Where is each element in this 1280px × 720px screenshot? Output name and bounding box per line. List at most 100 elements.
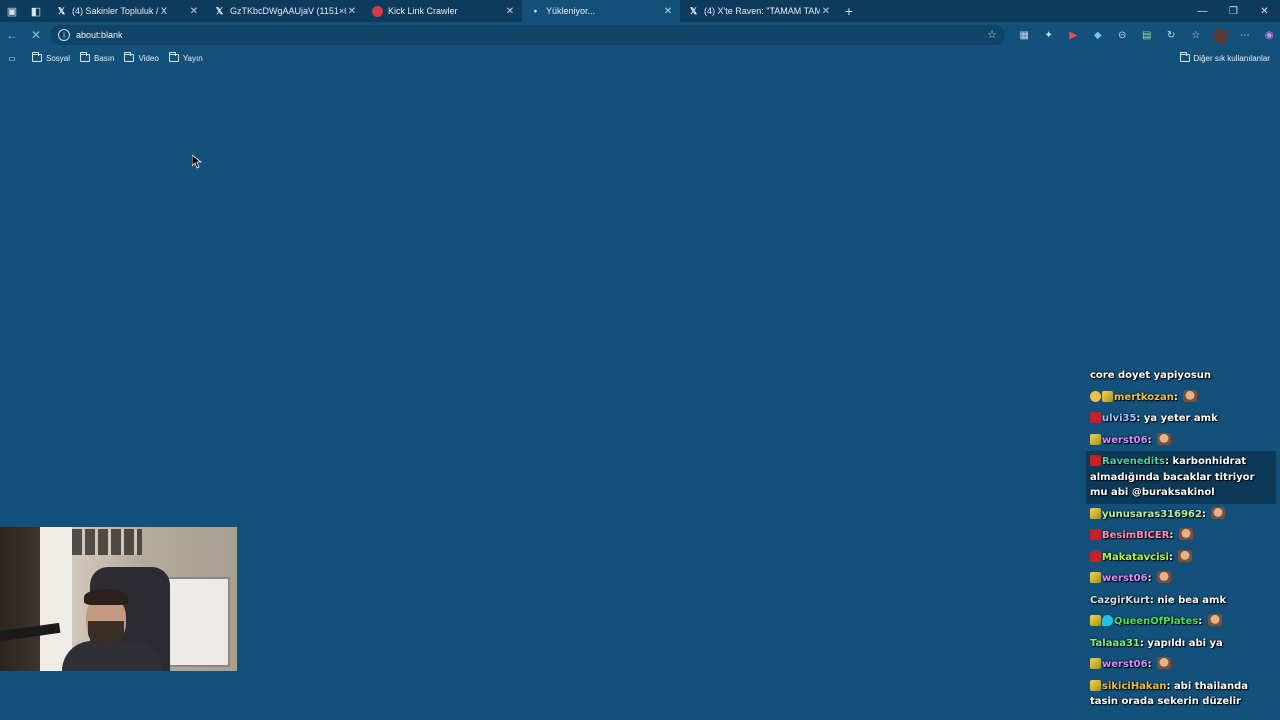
tab-title: (4) X'te Raven: "TAMAM TAMAM bbox=[704, 6, 820, 16]
gift-badge-icon bbox=[1090, 390, 1101, 402]
profile-avatar[interactable] bbox=[1208, 25, 1233, 45]
close-tab-icon[interactable]: ✕ bbox=[820, 6, 832, 17]
collections-icon[interactable]: ☆ bbox=[1184, 25, 1209, 45]
close-tab-icon[interactable]: ✕ bbox=[504, 6, 516, 17]
bookmark-label: Yayın bbox=[182, 53, 203, 63]
chat-message: BesimBICER: bbox=[1086, 525, 1276, 547]
chat-message: werst06: bbox=[1086, 430, 1276, 452]
workspaces-icon[interactable]: ▣ bbox=[0, 0, 24, 22]
chat-username[interactable]: werst06 bbox=[1102, 435, 1148, 446]
stop-loading-button[interactable]: ✕ bbox=[24, 23, 48, 47]
more-menu-icon[interactable]: ⋯ bbox=[1233, 25, 1258, 45]
close-tab-icon[interactable]: ✕ bbox=[188, 6, 200, 17]
chat-username[interactable]: Ravenedits bbox=[1102, 456, 1165, 467]
extension-clipboard-icon[interactable]: ▤ bbox=[1135, 25, 1160, 45]
chat-message: sikiciHakan: abi thailanda tasin orada s… bbox=[1090, 679, 1249, 707]
minimize-icon[interactable]: — bbox=[1187, 0, 1218, 22]
chat-message-partial: core doyet yapiyosun bbox=[1086, 368, 1276, 387]
chat-emote-icon bbox=[1178, 549, 1193, 562]
chat-username[interactable]: werst06 bbox=[1102, 659, 1148, 670]
sub-badge-icon bbox=[1102, 390, 1113, 402]
browser-tab[interactable]: • Yükleniyor... ✕ bbox=[522, 0, 680, 22]
bookmark-folder[interactable]: Basın bbox=[80, 52, 115, 63]
address-url[interactable]: about:blank bbox=[76, 30, 123, 40]
chat-message: Talaaa31: yapıldı abi ya bbox=[1090, 637, 1223, 649]
reading-list-icon[interactable]: ▭ bbox=[0, 54, 24, 63]
og-badge-icon bbox=[1102, 615, 1113, 626]
chat-username[interactable]: werst06 bbox=[1102, 573, 1148, 584]
chat-message-text: core doyet yapiyosun bbox=[1090, 370, 1212, 381]
bookmark-folder[interactable]: Yayın bbox=[168, 52, 203, 63]
chat-message: CazgirKurt: nie bea amk bbox=[1090, 594, 1227, 606]
chat-emote-icon bbox=[1157, 571, 1172, 583]
chat-message-text: ya yeter amk bbox=[1143, 413, 1218, 424]
chat-username[interactable]: ulvi35 bbox=[1102, 413, 1136, 424]
mouse-cursor-icon bbox=[192, 155, 202, 169]
folder-icon bbox=[1179, 52, 1190, 62]
extension-grid-icon[interactable]: ▦ bbox=[1012, 25, 1037, 45]
webcam-streamer bbox=[62, 587, 162, 671]
copilot-icon[interactable]: ◉ bbox=[1257, 25, 1280, 45]
browser-tab[interactable]: 𝕏 (4) Sakinler Topluluk / X ✕ bbox=[48, 0, 206, 22]
vip-badge-icon bbox=[1090, 529, 1101, 540]
stream-chat-overlay: core doyet yapiyosun mertkozan: ulvi35: … bbox=[1086, 368, 1276, 713]
loading-dot-icon: • bbox=[533, 6, 538, 16]
chat-username[interactable]: QueenOfPlates bbox=[1114, 616, 1198, 627]
tab-strip: ▣ ◧ 𝕏 (4) Sakinler Topluluk / X ✕ 𝕏 GzTKbcDW… bbox=[0, 0, 1280, 22]
extension-lock-icon[interactable]: ⊝ bbox=[1110, 25, 1135, 45]
browser-tab[interactable]: 𝕏 GzTKbcDWgAAUjaV (1151×689)✕ bbox=[206, 0, 364, 22]
back-button[interactable]: ← bbox=[0, 23, 24, 47]
webcam-whiteboard bbox=[160, 577, 230, 667]
new-tab-button[interactable]: + bbox=[838, 0, 860, 22]
x-logo-icon: 𝕏 bbox=[57, 5, 66, 16]
window-controls: — ❐ ✕ bbox=[1187, 0, 1280, 22]
close-tab-icon[interactable]: ✕ bbox=[662, 6, 674, 17]
extension-youtube-icon[interactable]: ▶ bbox=[1061, 25, 1086, 45]
chat-username[interactable]: mertkozan bbox=[1114, 392, 1174, 403]
sub-badge-icon bbox=[1090, 615, 1101, 626]
chat-username[interactable]: Makatavcisi bbox=[1102, 552, 1169, 563]
tab-title: GzTKbcDWgAAUjaV (1151×689) bbox=[230, 6, 346, 16]
chat-username[interactable]: sikiciHakan bbox=[1102, 681, 1166, 692]
chat-message: werst06: bbox=[1086, 568, 1276, 590]
page-info-icon[interactable]: i bbox=[58, 29, 70, 41]
extension-drop-icon[interactable]: ◆ bbox=[1086, 25, 1111, 45]
close-window-icon[interactable]: ✕ bbox=[1249, 0, 1280, 22]
other-favorites-folder[interactable]: Diğer sık kullanılanlar bbox=[1179, 48, 1270, 68]
chat-emote-icon bbox=[1157, 432, 1172, 445]
sub-badge-icon bbox=[1090, 507, 1101, 519]
bookmark-folder[interactable]: Video bbox=[124, 52, 159, 63]
refresh-sync-icon[interactable]: ↻ bbox=[1159, 25, 1184, 45]
favorite-star-icon[interactable]: ☆ bbox=[987, 28, 997, 41]
webcam-overlay bbox=[0, 527, 237, 671]
chat-message: yunusaras316962: bbox=[1086, 504, 1276, 526]
chat-username[interactable]: Talaaa31 bbox=[1090, 638, 1140, 649]
folder-icon bbox=[124, 52, 135, 62]
bookmark-folder[interactable]: Sosyal bbox=[32, 52, 70, 63]
extension-puzzle-icon[interactable]: ✦ bbox=[1037, 25, 1062, 45]
folder-icon bbox=[32, 52, 42, 62]
restore-icon[interactable]: ❐ bbox=[1218, 0, 1249, 22]
vip-badge-icon bbox=[1090, 412, 1101, 423]
tab-actions-icon[interactable]: ◧ bbox=[24, 0, 48, 22]
chat-emote-icon bbox=[1207, 614, 1222, 626]
chat-username[interactable]: CazgirKurt bbox=[1090, 595, 1150, 606]
x-logo-icon: 𝕏 bbox=[215, 5, 224, 16]
sub-badge-icon bbox=[1090, 679, 1101, 691]
address-bar[interactable]: i about:blank ☆ bbox=[50, 25, 1005, 45]
chat-username[interactable]: BesimBICER bbox=[1102, 530, 1169, 541]
bookmark-label: Basın bbox=[94, 53, 115, 63]
tab-title: Yükleniyor... bbox=[546, 6, 596, 16]
browser-tab[interactable]: 𝕏 (4) X'te Raven: "TAMAM TAMAM✕ bbox=[680, 0, 838, 22]
extensions-toolbar: ▦ ✦ ▶ ◆ ⊝ ▤ ↻ ☆ ⋯ ◉ bbox=[1012, 25, 1280, 45]
folder-icon bbox=[168, 52, 179, 62]
avatar[interactable] bbox=[1212, 28, 1228, 44]
chat-message: mertkozan: bbox=[1086, 387, 1276, 409]
chat-username[interactable]: yunusaras316962 bbox=[1102, 509, 1202, 520]
close-tab-icon[interactable]: ✕ bbox=[346, 6, 358, 17]
chat-message: QueenOfPlates: bbox=[1086, 611, 1276, 633]
chat-emote-icon bbox=[1178, 528, 1193, 540]
chat-message-text: yapıldı abi ya bbox=[1147, 637, 1223, 649]
browser-tab[interactable]: Kick Link Crawler ✕ bbox=[364, 0, 522, 22]
chat-message: ulvi35: ya yeter amk bbox=[1086, 408, 1276, 430]
